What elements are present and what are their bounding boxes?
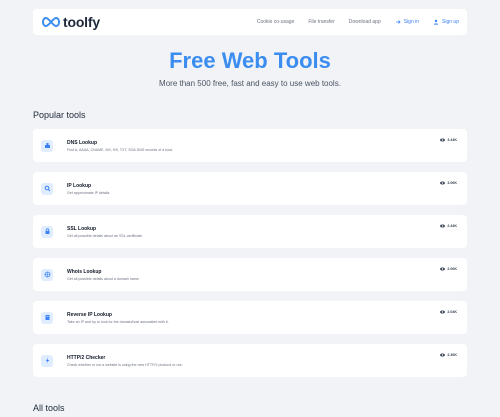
eye-icon <box>440 224 446 228</box>
lock-icon <box>41 225 53 238</box>
user-plus-icon <box>433 19 439 25</box>
view-count: 2.06K <box>447 267 457 271</box>
bolt-icon <box>41 354 53 367</box>
eye-icon <box>440 138 446 142</box>
tool-name: Reverse IP Lookup <box>67 311 112 318</box>
tool-views: 3.06K <box>440 181 457 185</box>
tool-description: Get all possible details about a domain … <box>67 276 140 281</box>
sign-in-label: Sign in <box>403 19 420 25</box>
sign-up-label: Sign up <box>442 19 459 25</box>
tool-name: Whois Lookup <box>67 268 102 275</box>
hero-subtitle: More than 500 free, fast and easy to use… <box>159 79 341 88</box>
tool-views: 2.36K <box>440 353 457 357</box>
tool-description: Take an IP and try to look for the domai… <box>67 319 169 324</box>
section-title-all: All tools <box>33 403 65 413</box>
sign-in-icon <box>395 20 401 24</box>
view-count: 3.44K <box>447 138 457 142</box>
tool-description: Get all possible details about an SSL ce… <box>67 233 143 238</box>
tool-views: 2.06K <box>440 267 457 271</box>
tool-card-dns-lookup[interactable]: DNS Lookup Find A, AAAA, CNAME, MX, NS, … <box>33 129 467 162</box>
infinity-icon <box>42 16 60 28</box>
view-count: 2.04K <box>447 310 457 314</box>
tool-name: IP Lookup <box>67 182 92 189</box>
logo[interactable]: toolfy <box>41 14 100 30</box>
section-title-popular: Popular tools <box>33 110 86 120</box>
tool-name: HTTP/2 Checker <box>67 354 106 361</box>
dns-icon <box>41 139 53 152</box>
tool-card-whois-lookup[interactable]: Whois Lookup Get all possible details ab… <box>33 258 467 291</box>
nav-link-file-transfer[interactable]: File transfer <box>308 19 334 25</box>
tool-views: 2.04K <box>440 310 457 314</box>
eye-icon <box>440 181 446 185</box>
brand-name: toolfy <box>63 14 100 30</box>
tool-card-http2-checker[interactable]: HTTP/2 Checker Check whether or not a we… <box>33 344 467 377</box>
tool-description: Check whether or not a website is using … <box>67 362 183 367</box>
sign-in-link[interactable]: Sign in <box>395 19 419 25</box>
eye-icon <box>440 310 446 314</box>
hero-title: Free Web Tools <box>169 48 331 73</box>
tool-views: 3.44K <box>440 138 457 142</box>
tool-card-ip-lookup[interactable]: IP Lookup Get approximate IP details. 3.… <box>33 172 467 205</box>
server-icon <box>41 311 53 324</box>
tool-card-reverse-ip-lookup[interactable]: Reverse IP Lookup Take an IP and try to … <box>33 301 467 334</box>
view-count: 2.44K <box>447 224 457 228</box>
search-icon <box>41 182 53 195</box>
tool-description: Get approximate IP details. <box>67 190 111 195</box>
tool-name: DNS Lookup <box>67 139 97 146</box>
eye-icon <box>440 267 446 271</box>
view-count: 2.36K <box>447 353 457 357</box>
globe-icon <box>41 268 53 281</box>
tool-name: SSL Lookup <box>67 225 97 232</box>
nav-links: Cookie co-usage File transfer Download a… <box>257 19 459 25</box>
popular-tools-list: DNS Lookup Find A, AAAA, CNAME, MX, NS, … <box>33 129 467 387</box>
tool-views: 2.44K <box>440 224 457 228</box>
nav-link-cookie[interactable]: Cookie co-usage <box>257 19 295 25</box>
sign-up-link[interactable]: Sign up <box>433 19 459 25</box>
tool-card-ssl-lookup[interactable]: SSL Lookup Get all possible details abou… <box>33 215 467 248</box>
nav-link-download[interactable]: Download app <box>349 19 381 25</box>
eye-icon <box>440 353 446 357</box>
tool-description: Find A, AAAA, CNAME, MX, NS, TXT, SOA DN… <box>67 147 173 152</box>
view-count: 3.06K <box>447 181 457 185</box>
navbar: toolfy Cookie co-usage File transfer Dow… <box>33 9 467 35</box>
